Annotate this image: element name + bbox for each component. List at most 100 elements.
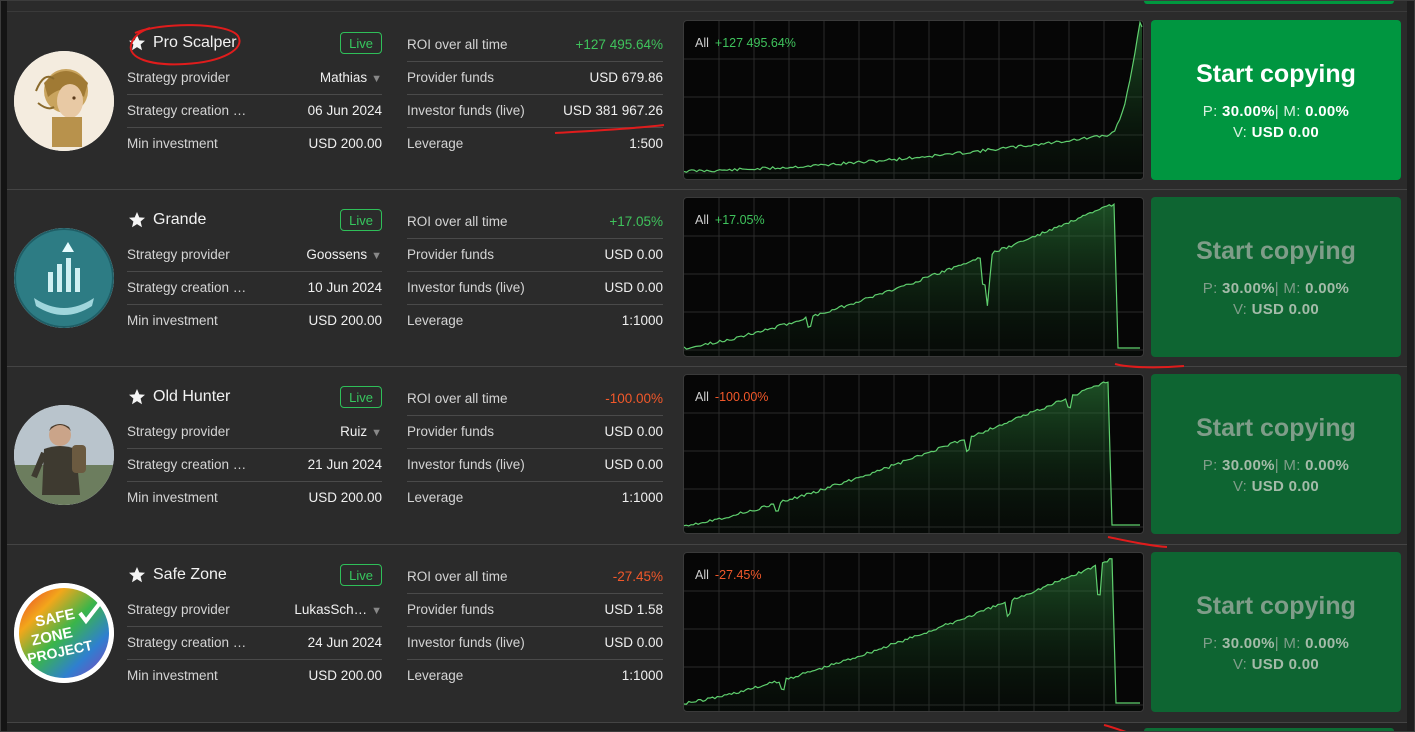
scrollbar-track[interactable] <box>1407 0 1414 732</box>
fee-line: P: 30.00%| M: 0.00% <box>1151 280 1401 297</box>
roi-row: ROI over all time +17.05% <box>407 206 663 239</box>
strategy-info: Strategy provider Mathias ▼ Strategy creati… <box>127 62 382 161</box>
start-copying-button[interactable]: Start copying P: 30.00%| M: 0.00% V: USD 0… <box>1151 197 1401 357</box>
fee-m-label: M: <box>1283 103 1301 120</box>
min-investment-row: Min investment USD 200.00 <box>127 482 382 515</box>
roi-row: ROI over all time +127 495.64% <box>407 29 663 62</box>
roi-row: ROI over all time -27.45% <box>407 561 663 594</box>
creation-row: Strategy creation … 24 Jun 2024 <box>127 627 382 660</box>
strategy-name[interactable]: Grande <box>153 211 206 229</box>
leverage-label: Leverage <box>407 490 464 505</box>
fee-p-value: 30.00% <box>1222 457 1275 474</box>
creation-label: Strategy creation … <box>127 103 247 118</box>
star-icon[interactable] <box>127 387 147 407</box>
start-copying-button[interactable]: Start copying P: 30.00%| M: 0.00% V: USD 0… <box>1151 374 1401 534</box>
star-icon[interactable] <box>127 210 147 230</box>
performance-chart[interactable]: All -100.00% <box>683 374 1144 534</box>
fee-p-label: P: <box>1202 280 1218 297</box>
investor-funds-value: USD 381 967.26 <box>563 103 663 118</box>
star-icon[interactable] <box>127 565 147 585</box>
fee-m-label: M: <box>1283 635 1301 652</box>
performance-chart[interactable]: All +17.05% <box>683 197 1144 357</box>
min-investment-value: USD 200.00 <box>308 490 382 505</box>
fee-p-value: 30.00% <box>1222 635 1275 652</box>
strategy-stats: ROI over all time +17.05% Provider funds US… <box>407 206 663 338</box>
chart-period-label: All <box>695 390 709 404</box>
investor-funds-row: Investor funds (live) USD 0.00 <box>407 627 663 660</box>
fee-line: V: USD 0.00 <box>1151 656 1401 673</box>
strategy-name[interactable]: Pro Scalper <box>153 34 237 52</box>
min-investment-label: Min investment <box>127 490 218 505</box>
provider-funds-value: USD 1.58 <box>604 602 663 617</box>
fee-line: V: USD 0.00 <box>1151 124 1401 141</box>
roi-value: +17.05% <box>609 214 663 229</box>
start-copying-button[interactable]: Start copying P: 30.00%| M: 0.00% V: USD 0… <box>1151 552 1401 712</box>
provider-funds-value: USD 0.00 <box>604 424 663 439</box>
provider-name: Mathias <box>319 70 368 85</box>
investor-funds-value: USD 0.00 <box>604 280 663 295</box>
hunter-avatar-icon[interactable] <box>14 405 114 505</box>
chart-period-label: All <box>695 36 709 50</box>
performance-chart[interactable]: All -27.45% <box>683 552 1144 712</box>
chart-caption: All +127 495.64% <box>695 36 796 50</box>
provider-label: Strategy provider <box>127 247 230 262</box>
creation-label: Strategy creation … <box>127 635 247 650</box>
star-icon[interactable] <box>127 33 147 53</box>
safe-zone-logo-icon[interactable]: SAFE ZONE PROJECT <box>14 583 114 683</box>
investor-funds-value: USD 0.00 <box>604 635 663 650</box>
provider-dropdown[interactable]: LukasSch… ▼ <box>294 602 382 617</box>
live-badge: Live <box>340 564 382 586</box>
provider-dropdown[interactable]: Mathias ▼ <box>320 70 382 85</box>
investor-funds-row: Investor funds (live) USD 0.00 <box>407 272 663 305</box>
provider-funds-label: Provider funds <box>407 602 495 617</box>
provider-dropdown[interactable]: Goossens ▼ <box>306 247 382 262</box>
fee-v-label: V: <box>1232 301 1248 318</box>
fee-m-label: M: <box>1283 457 1301 474</box>
fee-line: V: USD 0.00 <box>1151 478 1401 495</box>
fee-v-value: USD 0.00 <box>1251 478 1320 495</box>
provider-dropdown[interactable]: Ruiz ▼ <box>340 424 382 439</box>
strategy-stats: ROI over all time -100.00% Provider funds U… <box>407 383 663 515</box>
provider-label: Strategy provider <box>127 424 230 439</box>
investor-funds-value: USD 0.00 <box>604 457 663 472</box>
chart-caption: All +17.05% <box>695 213 765 227</box>
provider-funds-value: USD 0.00 <box>604 247 663 262</box>
caret-down-icon: ▼ <box>371 250 382 262</box>
provider-row: Strategy provider Mathias ▼ <box>127 62 382 95</box>
fee-m-value: 0.00% <box>1305 457 1350 474</box>
investor-funds-label: Investor funds (live) <box>407 457 525 472</box>
fee-p-label: P: <box>1202 103 1218 120</box>
provider-row: Strategy provider Ruiz ▼ <box>127 416 382 449</box>
chart-caption: All -27.45% <box>695 568 761 582</box>
strategy-card: Old Hunter Live Strategy provider Ruiz ▼ Stra… <box>7 366 1407 543</box>
investor-funds-row: Investor funds (live) USD 0.00 <box>407 449 663 482</box>
start-copying-button[interactable]: Start copying P: 30.00%| M: 0.00% V: USD 0… <box>1151 20 1401 180</box>
strategy-stats: ROI over all time +127 495.64% Provider fu… <box>407 29 663 161</box>
investor-funds-label: Investor funds (live) <box>407 635 525 650</box>
roi-label: ROI over all time <box>407 391 508 406</box>
creation-date: 10 Jun 2024 <box>307 280 382 295</box>
next-card-copy-button-edge[interactable] <box>1144 728 1394 732</box>
provider-name: Goossens <box>306 247 368 262</box>
provider-funds-label: Provider funds <box>407 70 495 85</box>
strategy-name[interactable]: Safe Zone <box>153 566 227 584</box>
performance-chart[interactable]: All +127 495.64% <box>683 20 1144 180</box>
growth-hands-avatar-icon[interactable] <box>14 228 114 328</box>
start-copying-label: Start copying <box>1196 592 1356 620</box>
robot-avatar-icon[interactable] <box>14 51 114 151</box>
min-investment-row: Min investment USD 200.00 <box>127 128 382 161</box>
chart-roi-value: -27.45% <box>714 568 762 582</box>
leverage-label: Leverage <box>407 313 464 328</box>
creation-label: Strategy creation … <box>127 457 247 472</box>
strategy-name[interactable]: Old Hunter <box>153 388 230 406</box>
min-investment-label: Min investment <box>127 136 218 151</box>
strategy-card: SAFE ZONE PROJECT Safe Zone Live Strategy pro… <box>7 544 1407 721</box>
fee-m-value: 0.00% <box>1305 103 1350 120</box>
live-badge: Live <box>340 32 382 54</box>
leverage-value: 1:1000 <box>621 490 663 505</box>
strategy-info: Strategy provider LukasSch… ▼ Strategy crea… <box>127 594 382 693</box>
start-copying-label: Start copying <box>1196 60 1356 88</box>
fee-m-label: M: <box>1283 280 1301 297</box>
previous-card-copy-button-edge[interactable] <box>1144 0 1394 4</box>
investor-funds-label: Investor funds (live) <box>407 103 525 118</box>
